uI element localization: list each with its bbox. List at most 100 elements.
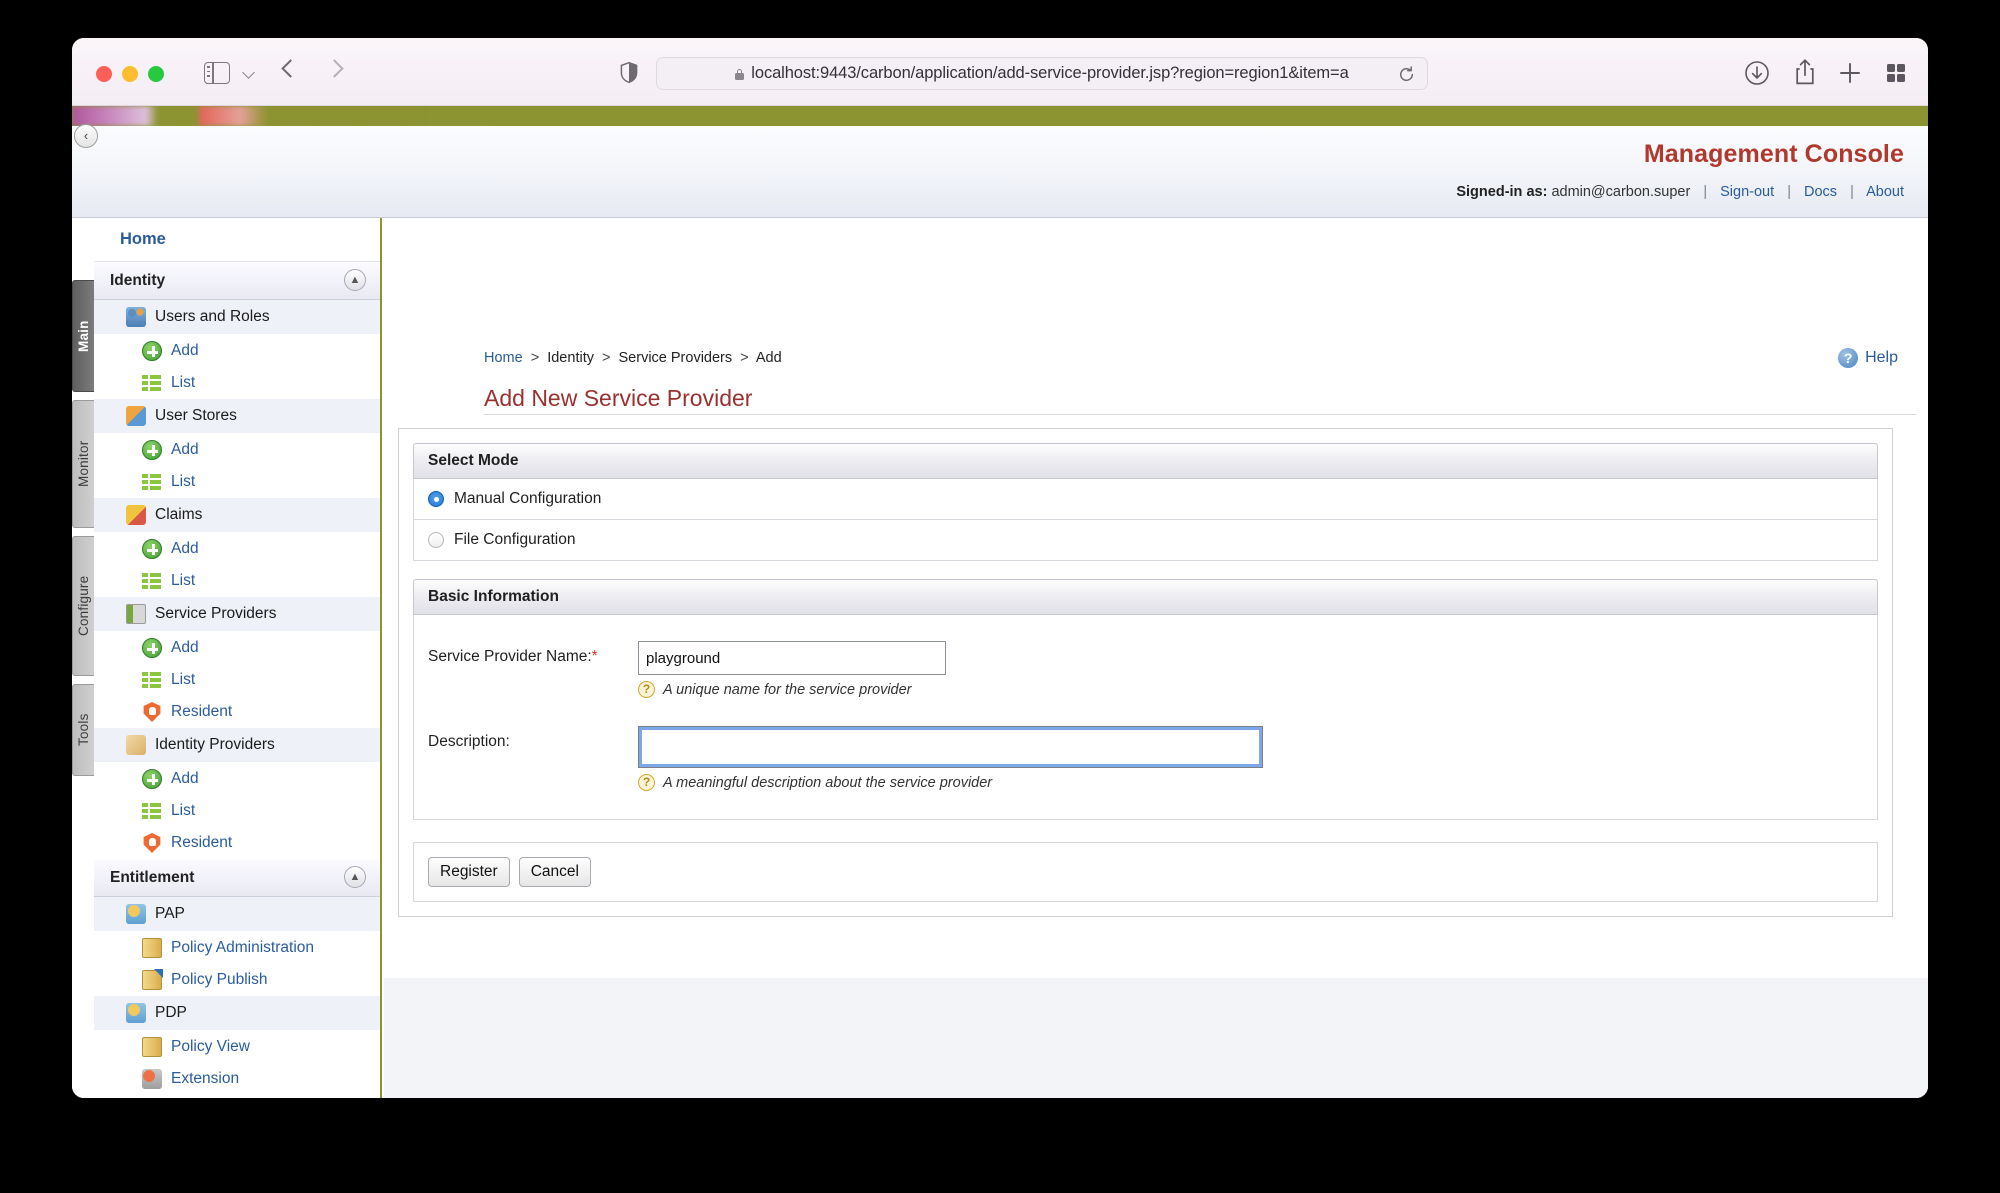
breadcrumb-service-providers: Service Providers <box>618 350 733 366</box>
sidebar-group-identity-providers[interactable]: Identity Providers <box>94 728 380 763</box>
sidebar-item-label: Add <box>171 342 199 359</box>
close-window-button[interactable] <box>96 66 112 82</box>
sidebar-group-label: User Stores <box>155 407 237 424</box>
sidebar-item-identity-providers-list[interactable]: List <box>94 795 380 827</box>
sidebar-item-user-stores-add[interactable]: Add <box>94 434 380 466</box>
sidebar-group-pap[interactable]: PAP <box>94 897 380 932</box>
chevron-down-icon[interactable] <box>242 66 255 79</box>
sidebar-item-label: Policy View <box>171 1038 250 1055</box>
separator: | <box>1703 184 1708 200</box>
description-textarea[interactable] <box>638 726 1263 768</box>
hint-text: A unique name for the service provider <box>663 681 912 698</box>
reload-icon[interactable] <box>1398 66 1415 83</box>
basic-information-body: Service Provider Name:* ? A unique name … <box>413 615 1878 820</box>
rail-tab-configure[interactable]: Configure <box>72 536 94 676</box>
breadcrumb-separator: > <box>740 350 749 366</box>
sidebar-group-users-and-roles[interactable]: Users and Roles <box>94 300 380 335</box>
forward-arrow-icon[interactable] <box>325 59 344 78</box>
sidebar-item-pdp-policy-view[interactable]: Policy View <box>94 1031 380 1063</box>
question-icon: ? <box>638 681 655 698</box>
sidebar-item-service-providers-list[interactable]: List <box>94 664 380 696</box>
breadcrumb-home[interactable]: Home <box>484 350 523 366</box>
privacy-shield-icon[interactable] <box>620 62 638 83</box>
sidebar-item-label: Add <box>171 770 199 787</box>
sidebar-section-header[interactable]: Entitlement ▲ <box>94 859 380 897</box>
radio-option-manual-configuration[interactable]: Manual Configuration <box>413 479 1878 520</box>
share-icon[interactable] <box>1794 58 1816 86</box>
service-provider-name-input[interactable] <box>638 641 946 675</box>
sidebar-item-pdp-extension[interactable]: Extension <box>94 1063 380 1095</box>
vertical-tab-rail: Main Monitor Configure Tools <box>72 218 94 1098</box>
sidebar-item-label: List <box>171 473 196 490</box>
sidebar-item-pdp-search[interactable]: Search <box>94 1095 380 1098</box>
breadcrumb-separator: > <box>602 350 611 366</box>
sidebar-item-identity-providers-add[interactable]: Add <box>94 763 380 795</box>
add-service-provider-form: Select Mode Manual Configuration File Co… <box>398 428 1893 917</box>
radio-label-file-configuration: File Configuration <box>454 531 576 548</box>
description-field-wrap: ? A meaningful description about the ser… <box>638 726 1877 791</box>
sidebar-item-claims-add[interactable]: Add <box>94 533 380 565</box>
rail-tab-tools[interactable]: Tools <box>72 684 94 776</box>
docs-link[interactable]: Docs <box>1804 184 1837 200</box>
sidebar-item-users-and-roles-add[interactable]: Add <box>94 335 380 367</box>
chevron-up-icon[interactable]: ▲ <box>344 866 366 888</box>
sidebar-item-label: List <box>171 374 196 391</box>
chevron-up-icon[interactable]: ▲ <box>344 269 366 291</box>
radio-option-file-configuration[interactable]: File Configuration <box>413 520 1878 561</box>
sidebar-item-service-providers-resident[interactable]: Resident <box>94 696 380 728</box>
sidebar-group-claims[interactable]: Claims <box>94 498 380 533</box>
sidebar-section-header[interactable]: Identity ▲ <box>94 262 380 300</box>
pap-icon <box>126 904 146 924</box>
sidebar-item-home[interactable]: Home <box>94 218 380 262</box>
cancel-button[interactable]: Cancel <box>518 857 591 887</box>
sidebar-item-claims-list[interactable]: List <box>94 565 380 597</box>
sidebar-item-service-providers-add[interactable]: Add <box>94 632 380 664</box>
hint-text: A meaningful description about the servi… <box>663 774 993 791</box>
add-icon <box>142 341 162 361</box>
browser-window: localhost:9443/carbon/application/add-se… <box>72 38 1928 1098</box>
sidebar-item-identity-providers-resident[interactable]: Resident <box>94 827 380 859</box>
about-link[interactable]: About <box>1866 184 1904 200</box>
sidebar-item-label: Policy Administration <box>171 939 315 956</box>
sidebar-group-user-stores[interactable]: User Stores <box>94 399 380 434</box>
service-provider-name-row: Service Provider Name:* ? A unique name … <box>414 641 1877 704</box>
service-provider-name-field-wrap: ? A unique name for the service provider <box>638 641 1877 698</box>
sidebar-group-service-providers[interactable]: Service Providers <box>94 597 380 632</box>
rail-tab-monitor[interactable]: Monitor <box>72 400 94 528</box>
breadcrumb: Home > Identity > Service Providers > Ad… <box>484 350 782 366</box>
minimize-window-button[interactable] <box>122 66 138 82</box>
sidebar-item-user-stores-list[interactable]: List <box>94 466 380 498</box>
sidebar-item-pap-policy-administration[interactable]: Policy Administration <box>94 932 380 964</box>
radio-file-configuration[interactable] <box>428 532 444 548</box>
rail-tab-main[interactable]: Main <box>72 280 94 392</box>
back-arrow-icon[interactable] <box>281 59 300 78</box>
radio-manual-configuration[interactable] <box>428 491 444 507</box>
add-icon <box>142 638 162 658</box>
list-icon <box>142 472 162 492</box>
policy-icon <box>142 1037 162 1057</box>
sidebar-group-pdp[interactable]: PDP <box>94 996 380 1031</box>
service-provider-name-hint: ? A unique name for the service provider <box>638 681 1877 698</box>
sidebar-toggle-icon[interactable] <box>204 62 230 84</box>
download-icon[interactable] <box>1744 60 1770 86</box>
sidebar-sections: Identity ▲ Users and Roles Add List User Stor… <box>94 262 380 1098</box>
console-header: Management Console Signed-in as: admin@c… <box>72 126 1928 218</box>
policy-icon <box>142 938 162 958</box>
collapse-sidebar-button[interactable]: ‹ <box>74 124 98 148</box>
required-marker: * <box>591 648 598 665</box>
register-button[interactable]: Register <box>428 857 510 887</box>
address-bar[interactable]: localhost:9443/carbon/application/add-se… <box>656 57 1428 90</box>
sidebar-item-pap-policy-publish[interactable]: Policy Publish <box>94 964 380 996</box>
url-text: localhost:9443/carbon/application/add-se… <box>751 64 1349 82</box>
maximize-window-button[interactable] <box>148 66 164 82</box>
sidebar-item-label: Extension <box>171 1070 240 1087</box>
plus-icon[interactable] <box>1838 61 1862 85</box>
sign-out-link[interactable]: Sign-out <box>1720 184 1774 200</box>
identity-provider-icon <box>126 735 146 755</box>
help-link[interactable]: ? Help <box>1838 348 1898 368</box>
tab-grid-icon[interactable] <box>1884 61 1908 85</box>
add-icon <box>142 440 162 460</box>
separator: | <box>1787 184 1791 200</box>
policy-publish-icon <box>142 970 162 990</box>
sidebar-item-users-and-roles-list[interactable]: List <box>94 367 380 399</box>
